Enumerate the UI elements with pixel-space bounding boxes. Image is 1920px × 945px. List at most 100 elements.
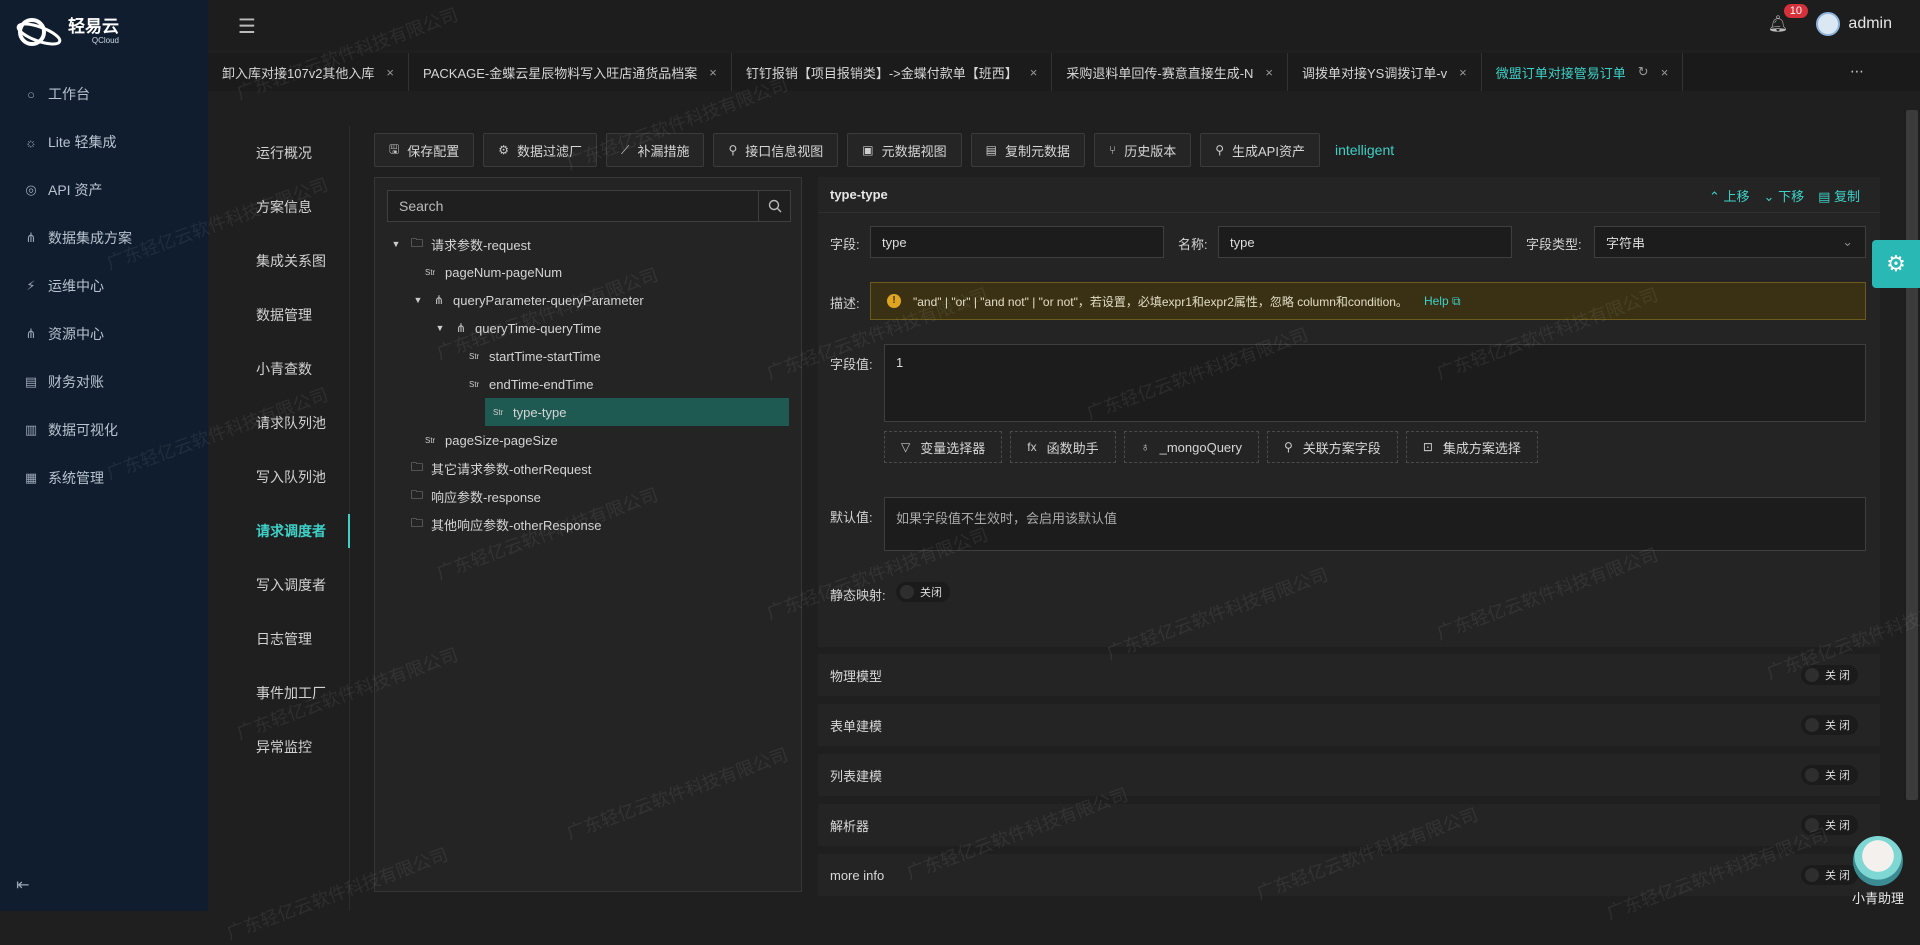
settings-gear-icon[interactable]: ⚙: [1872, 240, 1920, 288]
tree-node[interactable]: Str pageSize-pageSize: [375, 426, 801, 454]
section-header-4[interactable]: more info 关 闭: [818, 854, 1880, 896]
string-type-icon: Str: [425, 435, 436, 445]
field-type-label: 字段类型:: [1526, 237, 1582, 252]
nav-item-7[interactable]: ▥ 数据可视化: [0, 406, 208, 454]
tree-node[interactable]: Str pageNum-pageNum: [375, 258, 801, 286]
intelligent-link[interactable]: intelligent: [1335, 142, 1394, 158]
assistant-widget[interactable]: 小青助理: [1846, 836, 1910, 908]
nav-item-5[interactable]: ⋔ 资源中心: [0, 310, 208, 358]
tree-node[interactable]: ▼ ⋔ queryParameter-queryParameter: [375, 286, 801, 314]
default-value-textarea[interactable]: 如果字段值不生效时，会启用该默认值: [884, 497, 1866, 551]
tab-label: 采购退料单回传-赛意直接生成-N: [1066, 65, 1254, 81]
nav-item-3[interactable]: ⋔ 数据集成方案: [0, 214, 208, 262]
subnav-item-2[interactable]: 集成关系图: [236, 234, 349, 288]
tree-node[interactable]: 🗀︎ 其他响应参数-otherResponse: [375, 510, 801, 538]
toolbar-icon: ⚲: [1215, 143, 1224, 157]
subnav-item-5[interactable]: 请求队列池: [236, 396, 349, 450]
toolbar-button-3[interactable]: ⚲ 接口信息视图: [713, 133, 839, 167]
nav-item-8[interactable]: ▦ 系统管理: [0, 454, 208, 502]
subnav-item-1[interactable]: 方案信息: [236, 180, 349, 234]
nav-item-4[interactable]: ⚡ 运维中心: [0, 262, 208, 310]
close-icon[interactable]: ×: [1661, 65, 1669, 80]
help-link[interactable]: Help ⧉: [1424, 294, 1461, 309]
name-input[interactable]: type: [1218, 226, 1512, 258]
subnav-item-8[interactable]: 写入调度者: [236, 558, 349, 612]
section-switch[interactable]: 关 闭: [1800, 715, 1858, 735]
subnav-item-3[interactable]: 数据管理: [236, 288, 349, 342]
section-header-1[interactable]: 表单建模 关 闭: [818, 704, 1880, 746]
subnav-item-4[interactable]: 小青查数: [236, 342, 349, 396]
tab-4[interactable]: 调拨单对接YS调拨订单-v ×: [1288, 53, 1482, 91]
menu-toggle-icon[interactable]: ☰: [238, 14, 256, 39]
toolbar-label: 保存配置: [407, 143, 460, 159]
toolbar-button-0[interactable]: 🖫 保存配置: [374, 133, 475, 167]
tree-node[interactable]: Str type-type: [485, 398, 789, 426]
sidebar-collapse-icon[interactable]: ⇤: [16, 875, 29, 895]
nav-item-6[interactable]: ▤ 财务对账: [0, 358, 208, 406]
expand-arrow-icon[interactable]: ▼: [411, 295, 425, 305]
section-switch[interactable]: 关 闭: [1800, 765, 1858, 785]
refresh-icon[interactable]: ↻: [1638, 64, 1649, 80]
close-icon[interactable]: ×: [1265, 65, 1273, 80]
switch-label: 关 闭: [1824, 770, 1850, 782]
helper-button-2[interactable]: ♁ _mongoQuery: [1123, 431, 1259, 463]
expand-arrow-icon[interactable]: ▼: [389, 239, 403, 249]
more-icon[interactable]: ⋯: [1850, 63, 1864, 80]
subnav-item-9[interactable]: 日志管理: [236, 612, 349, 666]
helper-button-3[interactable]: ⚲ 关联方案字段: [1267, 431, 1398, 463]
static-mapping-switch[interactable]: 关闭: [896, 582, 950, 602]
tab-2[interactable]: 钉钉报销【项目报销类】->金蝶付款单【班西】 ×: [731, 53, 1053, 91]
tree-node[interactable]: ▼ 🗀︎ 请求参数-request: [375, 230, 801, 258]
user-menu[interactable]: admin: [1816, 12, 1892, 36]
section-header-3[interactable]: 解析器 关 闭: [818, 804, 1880, 846]
subnav-item-0[interactable]: 运行概况: [236, 126, 349, 180]
subnav-item-7[interactable]: 请求调度者: [236, 504, 350, 558]
tab-3[interactable]: 采购退料单回传-赛意直接生成-N ×: [1052, 53, 1288, 91]
section-header-2[interactable]: 列表建模 关 闭: [818, 754, 1880, 796]
move-down-button[interactable]: ⌄ 下移: [1764, 186, 1805, 205]
tab-0[interactable]: 卸入库对接107v2其他入库 ×: [208, 53, 410, 91]
toolbar-button-5[interactable]: ▤ 复制元数据: [970, 133, 1085, 167]
bell-icon[interactable]: 🔔︎: [1768, 14, 1788, 34]
toolbar-button-4[interactable]: ▣ 元数据视图: [847, 133, 962, 167]
copy-button[interactable]: ▤ 复制: [1818, 186, 1860, 205]
toolbar-button-1[interactable]: ⚙ 数据过滤厂: [483, 133, 598, 167]
field-type-select[interactable]: 字符串 ⌄: [1594, 226, 1866, 258]
external-link-icon: ⧉: [1451, 293, 1461, 308]
tab-1[interactable]: PACKAGE-金蝶云星辰物料写入旺店通货品档案 ×: [409, 53, 732, 91]
tree-node[interactable]: Str startTime-startTime: [375, 342, 801, 370]
tree-node[interactable]: 🗀︎ 响应参数-response: [375, 482, 801, 510]
helper-button-4[interactable]: ⊡ 集成方案选择: [1405, 431, 1538, 463]
helper-button-0[interactable]: ▽ 变量选择器: [884, 431, 1003, 463]
nav-item-1[interactable]: ☼ Lite 轻集成: [0, 118, 208, 166]
toolbar-button-2[interactable]: ⟋ 补漏措施: [606, 133, 705, 167]
switch-knob: [1804, 768, 1819, 782]
tree-node[interactable]: ▼ ⋔ queryTime-queryTime: [375, 314, 801, 342]
section-switch[interactable]: 关 闭: [1800, 815, 1858, 835]
section-switch[interactable]: 关 闭: [1800, 665, 1858, 685]
toolbar-button-6[interactable]: ⑂ 历史版本: [1093, 133, 1192, 167]
expand-arrow-icon[interactable]: ▼: [433, 323, 447, 333]
field-input[interactable]: type: [870, 226, 1164, 258]
nav-item-0[interactable]: ○ 工作台: [0, 70, 208, 118]
tree-node[interactable]: Str endTime-endTime: [375, 370, 801, 398]
helper-button-1[interactable]: fx 函数助手: [1010, 431, 1116, 463]
close-icon[interactable]: ×: [1459, 65, 1467, 80]
close-icon[interactable]: ×: [709, 65, 717, 80]
subnav-item-11[interactable]: 异常监控: [236, 720, 349, 774]
tree-node[interactable]: 🗀︎ 其它请求参数-otherRequest: [375, 454, 801, 482]
subnav-item-6[interactable]: 写入队列池: [236, 450, 349, 504]
scrollbar-thumb[interactable]: [1906, 110, 1918, 800]
field-value-textarea[interactable]: 1: [884, 344, 1866, 422]
move-up-button[interactable]: ⌃ 上移: [1709, 186, 1750, 205]
subnav-item-10[interactable]: 事件加工厂: [236, 666, 349, 720]
close-icon[interactable]: ×: [386, 65, 394, 80]
section-header-0[interactable]: 物理模型 关 闭: [818, 654, 1880, 696]
search-input[interactable]: [388, 191, 758, 221]
tab-5[interactable]: 微盟订单对接管易订单 ↻ ×: [1481, 53, 1684, 91]
search-icon[interactable]: [758, 191, 790, 221]
close-icon[interactable]: ×: [1030, 65, 1038, 80]
logo[interactable]: 轻易云 QCloud: [14, 14, 119, 50]
nav-item-2[interactable]: ◎ API 资产: [0, 166, 208, 214]
toolbar-button-7[interactable]: ⚲ 生成API资产: [1200, 133, 1320, 167]
